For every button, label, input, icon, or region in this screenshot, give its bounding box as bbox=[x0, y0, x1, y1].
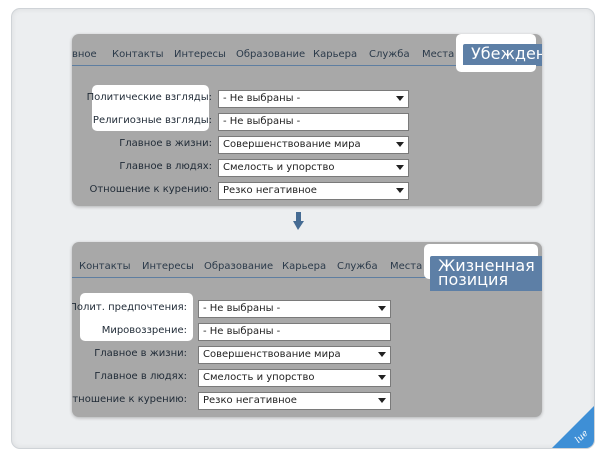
select-main-in-people[interactable]: Смелость и упорство bbox=[198, 369, 391, 387]
chevron-down-icon bbox=[396, 165, 404, 170]
chevron-down-icon bbox=[396, 188, 404, 193]
select-political-views[interactable]: - Не выбраны - bbox=[218, 90, 409, 108]
label-worldview: Мировоззрение: bbox=[101, 325, 187, 336]
tab-education[interactable]: Образование bbox=[204, 260, 273, 274]
select-smoking[interactable]: Резко негативное bbox=[218, 182, 409, 200]
tab-career[interactable]: Карьера bbox=[282, 260, 326, 274]
select-political-preferences[interactable]: - Не выбраны - bbox=[198, 300, 391, 318]
tab-places[interactable]: Места bbox=[422, 48, 454, 62]
label-political-views: Политические взгляды: bbox=[86, 92, 212, 103]
label-main-in-life: Главное в жизни: bbox=[119, 138, 212, 149]
row-main-in-people: Главное в людях: Смелость и упорство bbox=[72, 369, 542, 387]
select-main-in-life[interactable]: Совершенствование мира bbox=[218, 136, 409, 154]
tab-contacts[interactable]: Контакты bbox=[79, 260, 130, 274]
row-worldview: Мировоззрение: - Не выбраны - bbox=[72, 323, 542, 341]
row-main-in-life: Главное в жизни: Совершенствование мира bbox=[72, 346, 542, 364]
tab-service[interactable]: Служба bbox=[369, 48, 410, 62]
tab-contacts[interactable]: Контакты bbox=[112, 48, 163, 62]
tab-places[interactable]: Места bbox=[390, 260, 422, 274]
row-political-views: Политические взгляды: - Не выбраны - bbox=[72, 90, 542, 108]
label-smoking: Отношение к курению: bbox=[72, 394, 187, 405]
tab-education[interactable]: Образование bbox=[236, 48, 305, 62]
row-smoking: Отношение к курению: Резко негативное bbox=[72, 182, 542, 200]
label-main-in-people: Главное в людях: bbox=[94, 371, 187, 382]
chevron-down-icon bbox=[378, 398, 386, 403]
row-smoking: Отношение к курению: Резко негативное bbox=[72, 392, 542, 410]
chevron-down-icon bbox=[378, 375, 386, 380]
field-religious-views[interactable]: - Не выбраны - bbox=[218, 113, 409, 131]
corner-badge-icon bbox=[551, 405, 594, 448]
label-main-in-life: Главное в жизни: bbox=[94, 348, 187, 359]
tab-interests[interactable]: Интересы bbox=[174, 48, 226, 62]
screenshot-frame: вное Контакты Интересы Образование Карье… bbox=[11, 8, 595, 449]
tab-service[interactable]: Служба bbox=[337, 260, 378, 274]
tab-partial[interactable]: вное bbox=[72, 48, 97, 62]
chevron-down-icon bbox=[396, 96, 404, 101]
chevron-down-icon bbox=[378, 352, 386, 357]
tab-interests[interactable]: Интересы bbox=[142, 260, 194, 274]
select-main-in-life[interactable]: Совершенствование мира bbox=[198, 346, 391, 364]
panel-before: вное Контакты Интересы Образование Карье… bbox=[72, 34, 542, 206]
panel-after: Контакты Интересы Образование Карьера Сл… bbox=[72, 242, 542, 417]
chevron-down-icon bbox=[396, 142, 404, 147]
tab-beliefs-active[interactable]: Убеждения bbox=[463, 44, 542, 65]
label-religious-views: Религиозные взгляды: bbox=[92, 115, 212, 126]
down-arrow-icon bbox=[293, 212, 304, 234]
label-political-preferences: Полит. предпочтения: bbox=[72, 302, 187, 313]
field-worldview[interactable]: - Не выбраны - bbox=[198, 323, 391, 341]
select-main-in-people[interactable]: Смелость и упорство bbox=[218, 159, 409, 177]
label-smoking: Отношение к курению: bbox=[89, 184, 212, 195]
row-main-in-life: Главное в жизни: Совершенствование мира bbox=[72, 136, 542, 154]
tab-life-position-active[interactable]: Жизненная позиция bbox=[430, 256, 542, 291]
tab-career[interactable]: Карьера bbox=[313, 48, 357, 62]
label-main-in-people: Главное в людях: bbox=[119, 161, 212, 172]
row-main-in-people: Главное в людях: Смелость и упорство bbox=[72, 159, 542, 177]
chevron-down-icon bbox=[378, 306, 386, 311]
select-smoking[interactable]: Резко негативное bbox=[198, 392, 391, 410]
row-religious-views: Религиозные взгляды: - Не выбраны - bbox=[72, 113, 542, 131]
row-political-preferences: Полит. предпочтения: - Не выбраны - bbox=[72, 300, 542, 318]
